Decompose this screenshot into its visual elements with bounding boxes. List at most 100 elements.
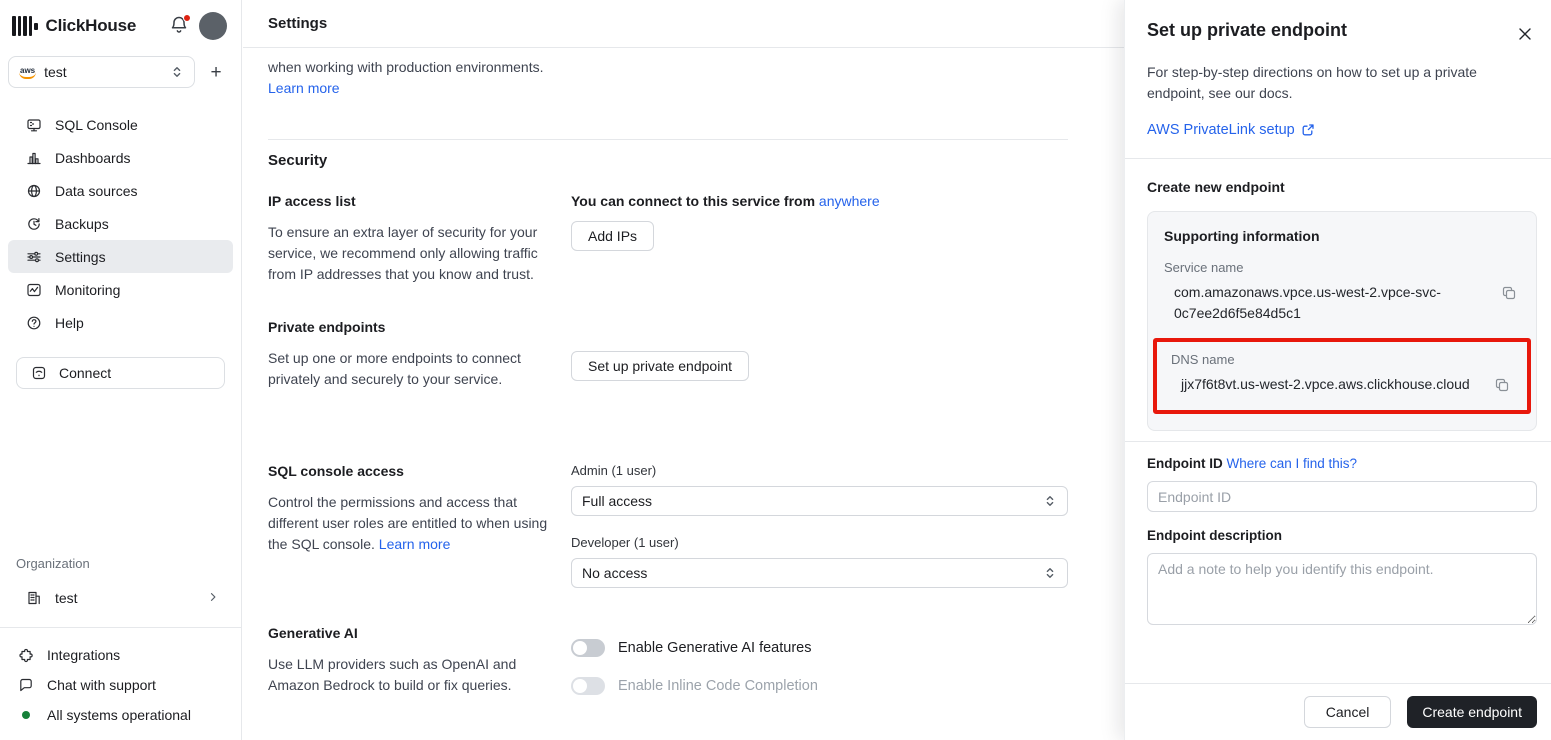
organization-item[interactable]: test (8, 581, 233, 615)
panel-body: Create new endpoint Supporting informati… (1125, 159, 1551, 441)
generative-ai-section: Generative AI Use LLM providers such as … (268, 625, 1068, 696)
intro-learn-more-link[interactable]: Learn more (268, 80, 340, 96)
service-name-value: com.amazonaws.vpce.us-west-2.vpce-svc-0c… (1174, 284, 1441, 321)
clickhouse-logo-icon (12, 15, 38, 37)
sql-console-access-title: SQL console access (268, 463, 404, 479)
sidebar-item-dashboards[interactable]: Dashboards (8, 141, 233, 174)
generative-ai-toggle-row: Enable Generative AI features (571, 639, 1068, 657)
organization-icon (28, 591, 40, 605)
ip-access-description: To ensure an extra layer of security for… (268, 224, 538, 282)
chat-support-item[interactable]: Chat with support (0, 670, 241, 700)
endpoint-id-label-row: Endpoint ID Where can I find this? (1147, 456, 1537, 471)
brand-row: ClickHouse (0, 0, 241, 50)
panel-title: Set up private endpoint (1147, 20, 1348, 40)
developer-role-label: Developer (1 user) (571, 535, 679, 550)
add-ips-button[interactable]: Add IPs (571, 221, 655, 251)
integrations-item[interactable]: Integrations (0, 640, 241, 670)
developer-access-select[interactable]: No access (571, 558, 1068, 588)
settings-content: when working with production environment… (243, 48, 1068, 696)
panel-form: Endpoint ID Where can I find this? Endpo… (1125, 442, 1551, 648)
app-root: ClickHouse aws test + SQL Console Dashbo… (0, 0, 1551, 740)
external-link-icon (1302, 124, 1314, 136)
chat-support-label: Chat with support (47, 677, 156, 693)
endpoint-description-textarea[interactable] (1147, 553, 1537, 625)
endpoint-id-input[interactable] (1147, 481, 1537, 512)
sidebar-item-help[interactable]: Help (8, 306, 233, 339)
add-service-button[interactable]: + (205, 63, 227, 82)
sidebar: ClickHouse aws test + SQL Console Dashbo… (0, 0, 242, 740)
anywhere-link[interactable]: anywhere (819, 193, 880, 209)
chevron-updown-icon (170, 65, 184, 79)
where-find-link[interactable]: Where can I find this? (1227, 456, 1358, 471)
status-dot-icon (22, 711, 30, 719)
copy-icon[interactable] (1498, 282, 1520, 304)
sidebar-nav: SQL Console Dashboards Data sources Back… (0, 108, 241, 339)
generative-ai-title: Generative AI (268, 625, 358, 641)
panel-description: For step-by-step directions on how to se… (1147, 64, 1477, 101)
backups-icon (28, 217, 40, 230)
copy-icon[interactable] (1491, 374, 1513, 396)
service-name-row: com.amazonaws.vpce.us-west-2.vpce-svc-0c… (1164, 282, 1520, 324)
service-selector[interactable]: aws test (8, 56, 195, 88)
sql-console-access-section: SQL console access Control the permissio… (268, 463, 1068, 588)
system-status-item[interactable]: All systems operational (0, 700, 241, 730)
dns-name-label: DNS name (1171, 352, 1235, 367)
connect-label: Connect (59, 365, 112, 381)
admin-role-label: Admin (1 user) (571, 463, 657, 478)
sql-console-icon (27, 118, 41, 131)
sidebar-item-sql-console[interactable]: SQL Console (8, 108, 233, 141)
sidebar-item-label: Backups (55, 215, 109, 232)
generative-ai-toggle[interactable] (571, 639, 605, 657)
integrations-label: Integrations (47, 647, 121, 663)
data-sources-icon (27, 184, 41, 197)
avatar[interactable] (199, 12, 227, 40)
panel-footer: Cancel Create endpoint (1125, 683, 1551, 740)
organization-label: Organization (16, 556, 90, 571)
create-endpoint-heading: Create new endpoint (1147, 179, 1285, 195)
private-endpoints-description: Set up one or more endpoints to connect … (268, 350, 521, 387)
sidebar-item-data-sources[interactable]: Data sources (8, 174, 233, 207)
organization-name: test (55, 590, 78, 606)
notification-dot (183, 14, 191, 22)
sidebar-item-monitoring[interactable]: Monitoring (8, 273, 233, 306)
sidebar-item-backups[interactable]: Backups (8, 207, 233, 240)
ip-access-status: You can connect to this service from any… (571, 193, 880, 209)
connect-icon (32, 366, 46, 380)
setup-private-endpoint-button[interactable]: Set up private endpoint (571, 351, 749, 381)
monitoring-icon (27, 283, 41, 296)
cancel-button[interactable]: Cancel (1303, 696, 1392, 728)
supporting-information-title: Supporting information (1164, 228, 1320, 244)
admin-access-value: Full access (582, 493, 653, 509)
brand-name: ClickHouse (45, 16, 137, 35)
endpoint-id-label: Endpoint ID (1147, 456, 1223, 471)
create-endpoint-button[interactable]: Create endpoint (1407, 696, 1537, 728)
sql-console-access-description: Control the permissions and access that … (268, 494, 548, 552)
notifications-bell-icon[interactable] (169, 14, 191, 37)
setup-private-endpoint-panel: Set up private endpoint For step-by-step… (1124, 0, 1551, 740)
sidebar-bottom: Organization test Integrations Chat with… (0, 556, 241, 740)
aws-privatelink-setup-link[interactable]: AWS PrivateLink setup (1147, 122, 1551, 138)
sql-access-learn-more-link[interactable]: Learn more (379, 536, 451, 552)
chevron-right-icon (207, 590, 219, 606)
sidebar-item-label: Dashboards (55, 149, 131, 166)
page-title: Settings (268, 15, 328, 32)
inline-code-completion-toggle[interactable] (571, 677, 605, 695)
settings-icon (27, 251, 41, 262)
panel-header: Set up private endpoint (1125, 0, 1551, 46)
admin-access-select[interactable]: Full access (571, 486, 1068, 516)
ip-access-section: IP access list To ensure an extra layer … (268, 193, 1068, 285)
sidebar-item-settings[interactable]: Settings (8, 240, 233, 273)
dns-highlight-box: DNS name jjx7f6t8vt.us-west-2.vpce.aws.c… (1153, 338, 1531, 414)
security-heading: Security (268, 152, 328, 169)
connect-button[interactable]: Connect (16, 357, 225, 389)
private-endpoints-title: Private endpoints (268, 319, 386, 335)
intro-text: when working with production environment… (268, 59, 544, 96)
service-row: aws test + (0, 50, 241, 92)
close-icon[interactable] (1513, 22, 1537, 46)
dns-name-value: jjx7f6t8vt.us-west-2.vpce.aws.clickhouse… (1181, 376, 1470, 392)
sidebar-item-label: Monitoring (55, 281, 121, 298)
sidebar-item-label: SQL Console (55, 116, 138, 133)
sidebar-item-label: Help (55, 314, 84, 331)
endpoint-description-label: Endpoint description (1147, 528, 1282, 543)
developer-access-value: No access (582, 565, 648, 581)
